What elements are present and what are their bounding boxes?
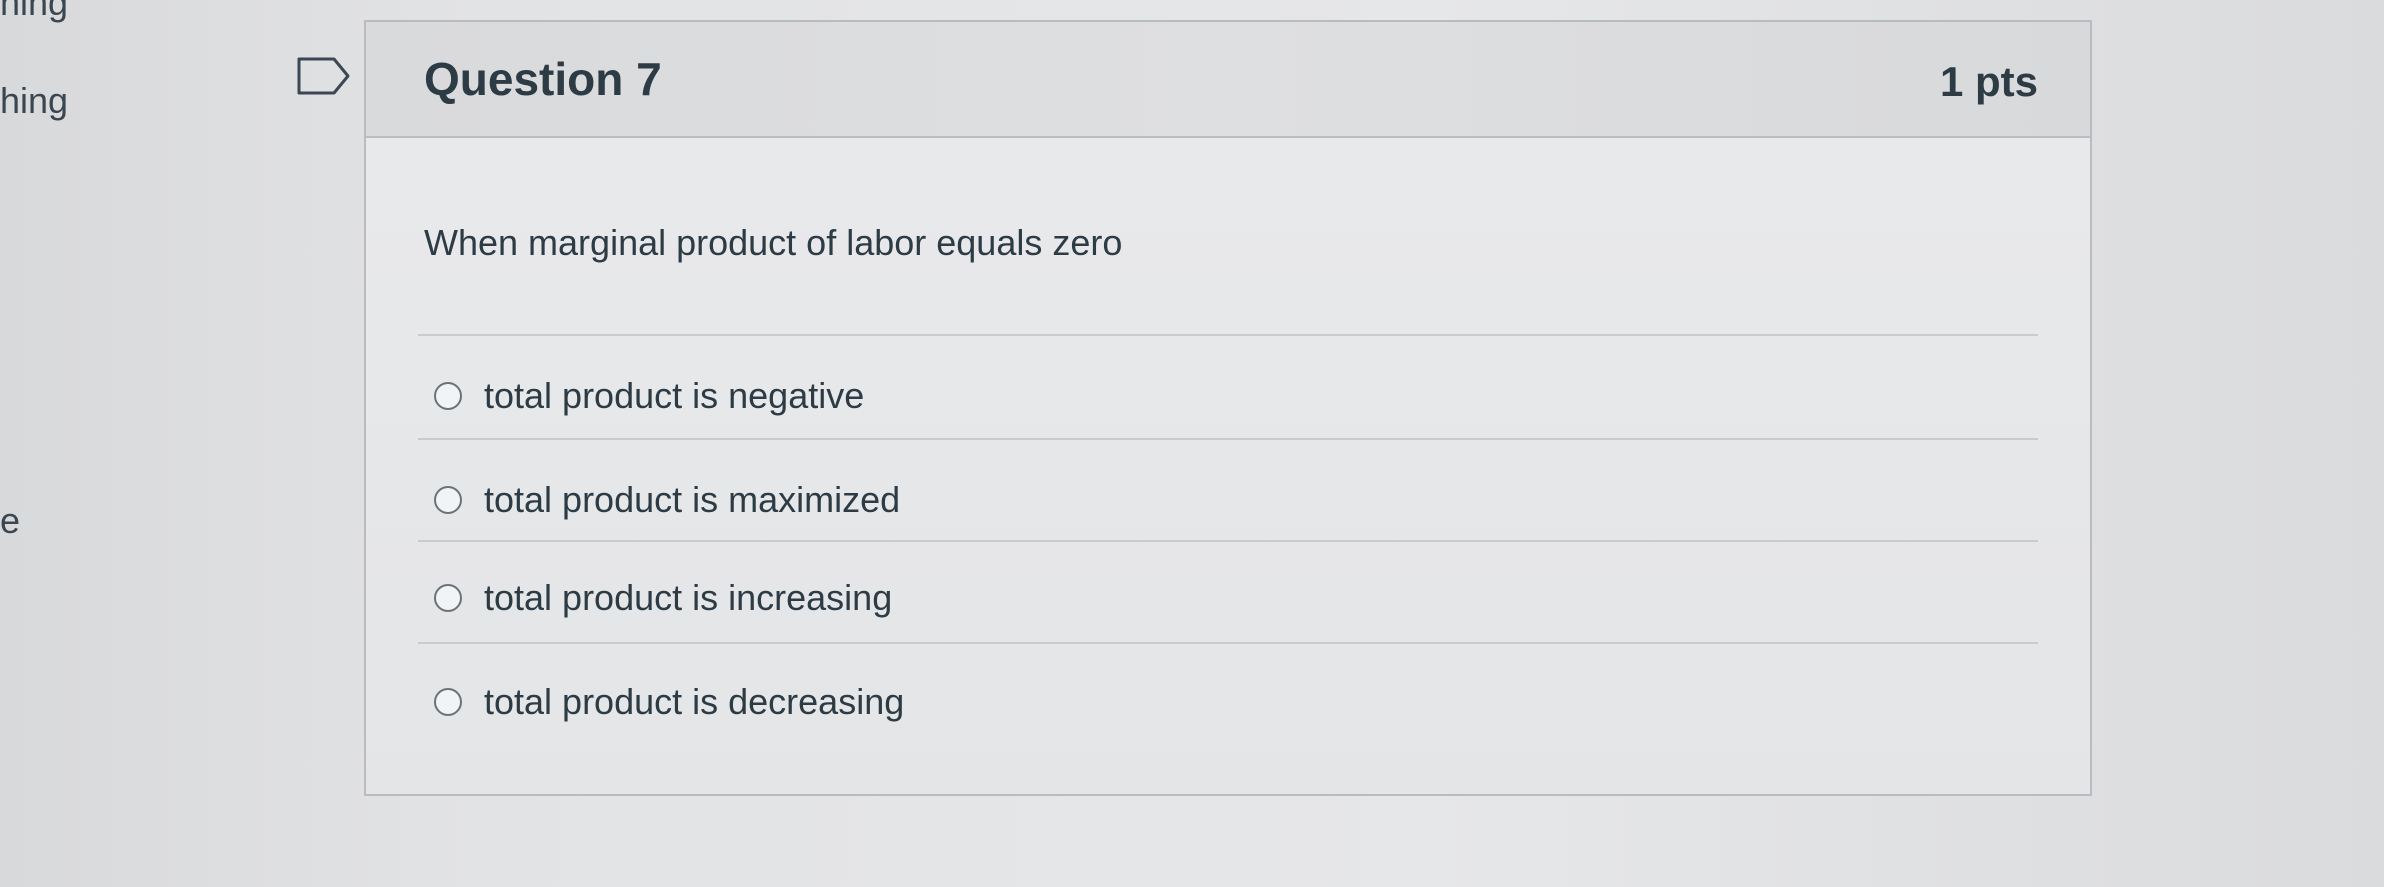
- question-points: 1 pts: [1939, 58, 2038, 105]
- nav-link-partial[interactable]: hing: [0, 80, 68, 122]
- question-card: Question 7 1 pts When marginal product o…: [364, 20, 2092, 796]
- divider: [418, 334, 2038, 336]
- answer-label[interactable]: total product is decreasing: [484, 681, 904, 723]
- radio-unchecked-icon[interactable]: [434, 486, 462, 514]
- course-nav-partial: hing hing e: [0, 0, 120, 887]
- answer-label[interactable]: total product is negative: [484, 375, 864, 417]
- divider: [418, 438, 2038, 440]
- divider: [418, 540, 2038, 542]
- answer-option[interactable]: total product is negative: [434, 366, 864, 426]
- flag-question-icon[interactable]: [296, 56, 352, 96]
- radio-unchecked-icon[interactable]: [434, 688, 462, 716]
- divider: [418, 642, 2038, 644]
- nav-link-partial[interactable]: e: [0, 500, 20, 542]
- question-header: Question 7 1 pts: [366, 22, 2090, 138]
- nav-link-partial[interactable]: hing: [0, 0, 68, 24]
- answer-option[interactable]: total product is maximized: [434, 470, 900, 530]
- answer-option[interactable]: total product is increasing: [434, 568, 892, 628]
- answer-label[interactable]: total product is maximized: [484, 479, 900, 521]
- radio-unchecked-icon[interactable]: [434, 382, 462, 410]
- question-title: Question 7: [424, 53, 662, 105]
- radio-unchecked-icon[interactable]: [434, 584, 462, 612]
- answer-label[interactable]: total product is increasing: [484, 577, 892, 619]
- answer-option[interactable]: total product is decreasing: [434, 672, 904, 732]
- question-text: When marginal product of labor equals ze…: [424, 222, 1123, 263]
